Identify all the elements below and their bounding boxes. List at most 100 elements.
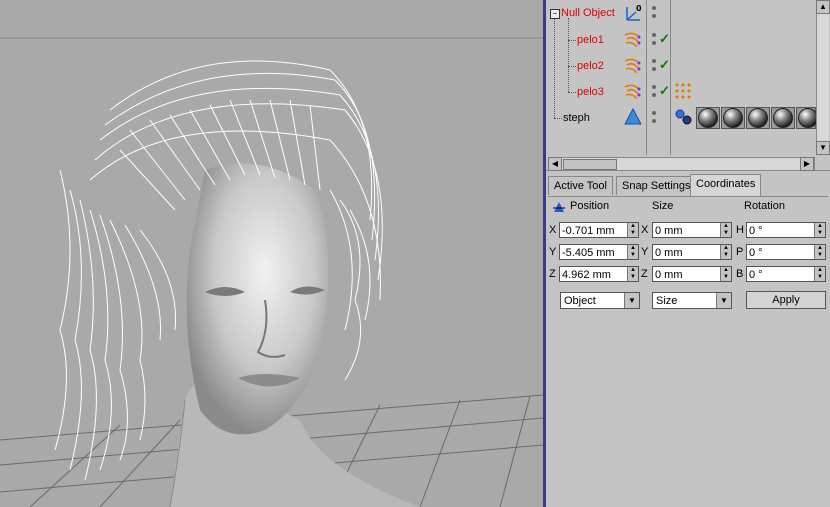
hair-object-icon (624, 58, 641, 73)
hair-object-icon (624, 32, 641, 47)
hair-object-icon (624, 84, 641, 99)
size-x-label: X (641, 224, 649, 236)
position-x-input[interactable]: -0.701 mm ▲ ▼ (559, 222, 639, 238)
enabled-check-icon[interactable]: ✓ (659, 31, 670, 47)
tree-line (568, 18, 569, 92)
render-visibility-dot[interactable] (652, 41, 656, 45)
svg-text:0: 0 (636, 4, 642, 13)
spinner-icon[interactable]: ▲ ▼ (627, 223, 638, 237)
rotation-h-label: H (736, 224, 744, 236)
position-x-label: X (549, 224, 557, 236)
spinner-icon[interactable]: ▲ ▼ (720, 245, 731, 259)
material-tag-4[interactable] (771, 107, 795, 129)
spinner-icon[interactable]: ▲ ▼ (720, 267, 731, 281)
size-y-value: 0 mm (655, 247, 683, 259)
size-mode-value: Size (656, 295, 678, 307)
size-z-input[interactable]: 0 mm ▲ ▼ (652, 266, 732, 282)
chevron-down-icon[interactable]: ▼ (716, 293, 731, 308)
tab-coordinates[interactable]: Coordinates (690, 174, 762, 196)
coordinate-mode-select[interactable]: Object ▼ (560, 292, 640, 309)
rotation-p-label: P (736, 246, 744, 258)
rotation-h-value: 0 ° (749, 225, 763, 237)
right-panel: − Null Object pelo1 pelo2 pelo3 steph 0 (546, 0, 830, 507)
rotation-b-value: 0 ° (749, 269, 763, 281)
scroll-left-icon[interactable]: ◀ (548, 157, 562, 171)
render-visibility-dot[interactable] (652, 14, 656, 18)
enabled-check-icon[interactable]: ✓ (659, 83, 670, 99)
size-y-label: Y (641, 246, 649, 258)
scroll-down-icon[interactable]: ▼ (816, 141, 830, 155)
polygon-object-icon (624, 108, 642, 125)
3d-viewport[interactable] (0, 0, 543, 507)
phong-tag-icon[interactable] (674, 108, 694, 126)
chevron-down-icon[interactable]: ▼ (624, 293, 639, 308)
position-z-value: 4.962 mm (562, 269, 611, 281)
material-tag-5[interactable] (796, 107, 818, 129)
rotation-b-label: B (736, 268, 744, 280)
material-tag-1[interactable] (696, 107, 720, 129)
render-visibility-dot[interactable] (652, 119, 656, 123)
object-pelo2[interactable]: pelo2 (577, 60, 604, 72)
tab-snap-settings[interactable]: Snap Settings (616, 176, 697, 195)
size-z-label: Z (641, 268, 648, 280)
position-x-value: -0.701 mm (562, 225, 615, 237)
editor-visibility-dot[interactable] (652, 6, 656, 10)
position-y-value: -5.405 mm (562, 247, 615, 259)
rotation-header: Rotation (744, 200, 785, 212)
apply-button[interactable]: Apply (746, 291, 826, 309)
tree-line (554, 14, 555, 118)
spinner-icon[interactable]: ▲ ▼ (627, 267, 638, 281)
material-sphere-icon (798, 108, 818, 128)
object-pelo3[interactable]: pelo3 (577, 86, 604, 98)
editor-visibility-dot[interactable] (652, 111, 656, 115)
enabled-check-icon[interactable]: ✓ (659, 57, 670, 73)
position-z-input[interactable]: 4.962 mm ▲ ▼ (559, 266, 639, 282)
column-separator (670, 0, 671, 155)
editor-visibility-dot[interactable] (652, 33, 656, 37)
position-y-input[interactable]: -5.405 mm ▲ ▼ (559, 244, 639, 260)
hair-tag-icon[interactable] (674, 82, 694, 102)
render-visibility-dot[interactable] (652, 93, 656, 97)
spinner-icon[interactable]: ▲ ▼ (627, 245, 638, 259)
editor-visibility-dot[interactable] (652, 85, 656, 89)
material-tag-2[interactable] (721, 107, 745, 129)
coordinates-icon (553, 202, 565, 212)
rotation-h-input[interactable]: 0 ° ▲ ▼ (746, 222, 826, 238)
tree-line (568, 92, 576, 93)
scroll-right-icon[interactable]: ▶ (800, 157, 814, 171)
tree-line (554, 118, 562, 119)
coordinates-panel: Position Size Rotation X -0.701 mm ▲ ▼ X 0… (548, 196, 828, 317)
scroll-up-icon[interactable]: ▲ (816, 0, 830, 14)
collapse-toggle[interactable]: − (550, 9, 560, 19)
size-z-value: 0 mm (655, 269, 683, 281)
size-header: Size (652, 200, 674, 212)
scroll-thumb[interactable] (563, 159, 617, 170)
size-x-input[interactable]: 0 mm ▲ ▼ (652, 222, 732, 238)
size-mode-select[interactable]: Size ▼ (652, 292, 732, 309)
tab-active-tool[interactable]: Active Tool (548, 176, 613, 195)
coordinate-mode-value: Object (564, 295, 596, 307)
position-header: Position (570, 200, 610, 212)
editor-visibility-dot[interactable] (652, 59, 656, 63)
object-steph[interactable]: steph (563, 112, 590, 124)
spinner-icon[interactable]: ▲ ▼ (720, 223, 731, 237)
spinner-icon[interactable]: ▲ ▼ (814, 245, 825, 259)
object-null[interactable]: Null Object (561, 7, 615, 19)
render-visibility-dot[interactable] (652, 67, 656, 71)
vertical-scrollbar[interactable]: ▲ ▼ (816, 0, 830, 155)
tree-line (568, 40, 576, 41)
spinner-icon[interactable]: ▲ ▼ (814, 267, 825, 281)
column-separator (646, 0, 647, 155)
material-sphere-icon (748, 108, 768, 128)
spinner-icon[interactable]: ▲ ▼ (814, 223, 825, 237)
object-manager: − Null Object pelo1 pelo2 pelo3 steph 0 (546, 0, 830, 171)
size-x-value: 0 mm (655, 225, 683, 237)
material-tag-3[interactable] (746, 107, 770, 129)
horizontal-scrollbar[interactable]: ◀ ▶ (548, 157, 815, 171)
size-y-input[interactable]: 0 mm ▲ ▼ (652, 244, 732, 260)
attribute-tabs: Active Tool Snap Settings Coordinates (548, 174, 828, 196)
rotation-p-input[interactable]: 0 ° ▲ ▼ (746, 244, 826, 260)
viewport-render (0, 37, 543, 507)
rotation-b-input[interactable]: 0 ° ▲ ▼ (746, 266, 826, 282)
object-pelo1[interactable]: pelo1 (577, 34, 604, 46)
